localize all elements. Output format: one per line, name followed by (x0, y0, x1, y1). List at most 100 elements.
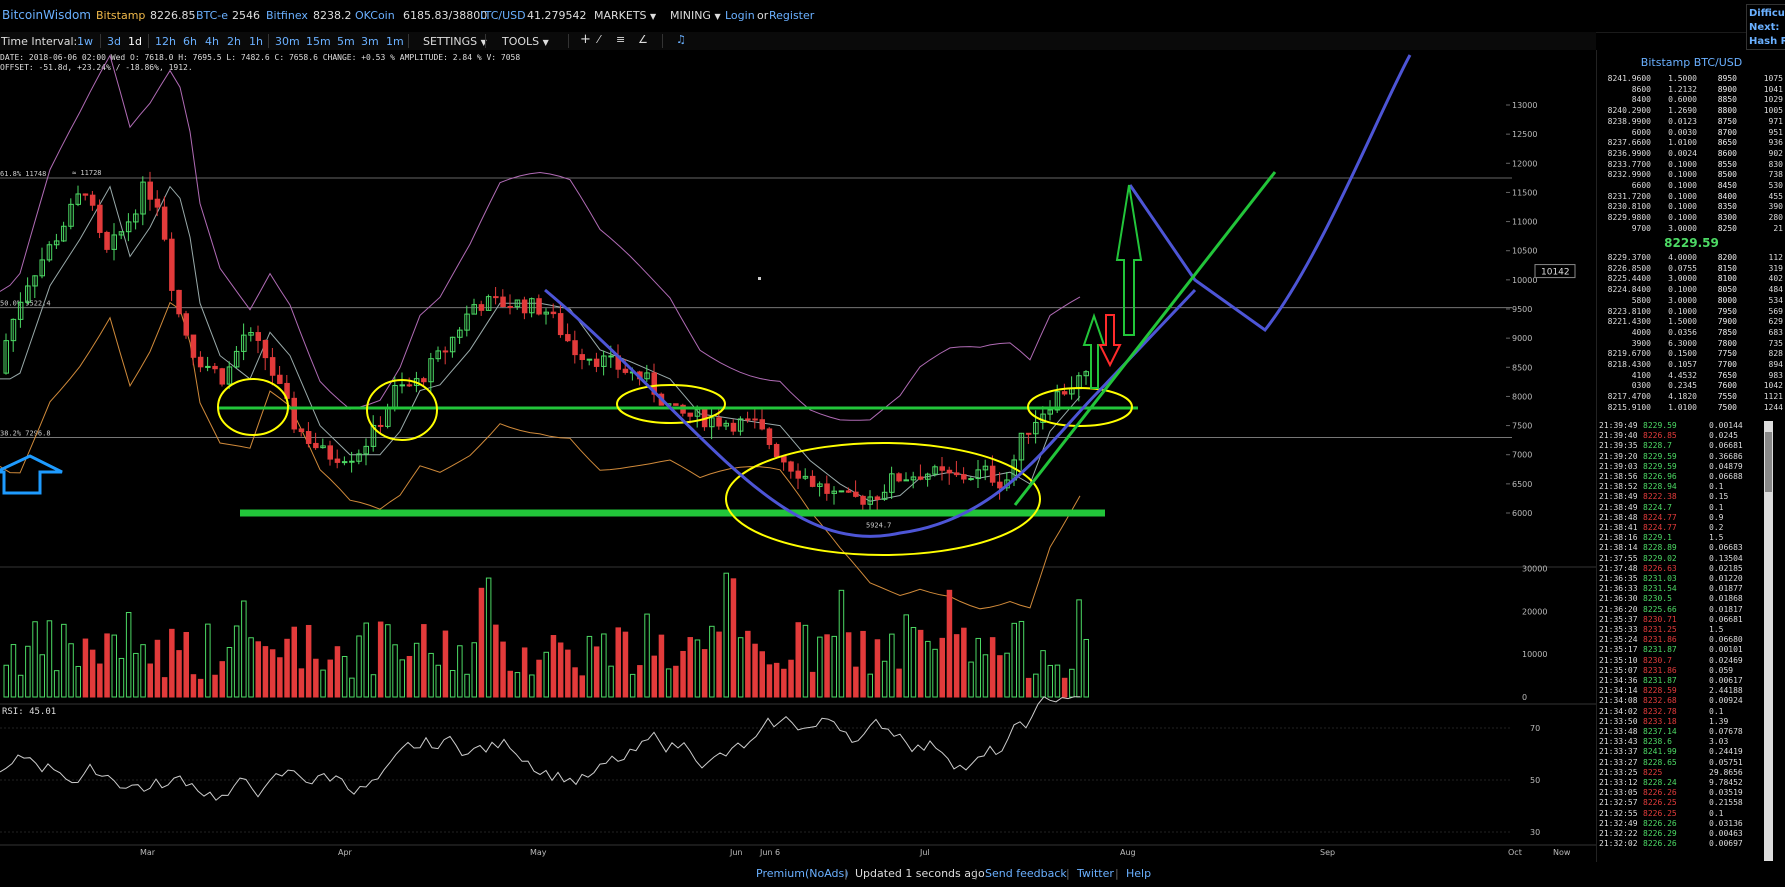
interval-1h[interactable]: 1h (249, 35, 263, 48)
orderbook-cell: 8223.8100 (1607, 306, 1651, 316)
orderbook-cell: 8850 (1717, 95, 1737, 105)
orderbook-cell: 534 (1768, 295, 1783, 305)
interval-12h[interactable]: 12h (155, 35, 176, 48)
orderbook-cell: 0.2345 (1668, 381, 1697, 391)
orderbook-row: 8400 0.6000 8850 1029 (1597, 95, 1785, 106)
hlines-icon[interactable]: ≡ (616, 33, 625, 46)
orderbook-cell: 7950 (1717, 306, 1737, 316)
interval-2h[interactable]: 2h (227, 35, 241, 48)
trade-amount: 0.2 (1709, 523, 1724, 532)
volume-bar (975, 637, 981, 698)
premium-link[interactable]: Premium(NoAds) (756, 867, 849, 880)
time-tick-label: Sep (1320, 848, 1335, 857)
orderbook-cell: 7850 (1717, 327, 1737, 337)
orderbook-cell: 7700 (1717, 360, 1737, 369)
candle-body (521, 299, 528, 314)
trade-amount: 0.00617 (1709, 676, 1743, 685)
interval-1d[interactable]: 1d (128, 35, 142, 48)
orderbook-cell: 1.5000 (1668, 317, 1697, 327)
top-bar: BitcoinWisdom Bitstamp 8226.85 BTC-e 254… (0, 0, 1785, 33)
ticker-exchange[interactable]: OKCoin (355, 9, 395, 22)
trade-time: 21:34:36 (1599, 676, 1638, 685)
brand-logo[interactable]: BitcoinWisdom (2, 8, 91, 22)
volume-bar (413, 642, 420, 698)
volume-bar (1069, 668, 1075, 698)
volume-bar (406, 655, 413, 698)
trade-price: 8237.14 (1643, 727, 1677, 736)
footer: Premium(NoAds) | Updated 1 seconds ago |… (0, 862, 1785, 887)
trade-amount: 9.78452 (1709, 778, 1743, 787)
tools-menu[interactable]: TOOLS ▼ (502, 35, 549, 48)
volume-bar (881, 660, 888, 698)
ticker-price: 6185.83/38800 (403, 9, 488, 22)
fib-icon[interactable]: ∠ (638, 33, 648, 46)
price-chart[interactable]: 61.8% 1174850.0% 9522.438.2% 7296.8≈ 117… (0, 50, 1596, 862)
orderbook-cell: 971 (1768, 116, 1783, 126)
chevron-down-icon: ▼ (714, 12, 721, 21)
help-link[interactable]: Help (1126, 867, 1151, 880)
volume-bar (161, 677, 168, 698)
twitter-link[interactable]: Twitter (1077, 867, 1114, 880)
crosshair-icon[interactable]: + (580, 32, 591, 47)
trade-price: 8226.29 (1643, 829, 1677, 838)
volume-bar (305, 624, 312, 698)
login-link[interactable]: Login (725, 9, 755, 22)
ticker-exchange[interactable]: BTC-e (196, 9, 228, 22)
divider (485, 34, 486, 48)
markets-menu[interactable]: MARKETS ▼ (594, 9, 656, 22)
trade-amount: 2.44188 (1709, 686, 1743, 696)
register-link[interactable]: Register (769, 9, 814, 22)
candle-body (608, 355, 614, 358)
price-tick-label: 11500 (1512, 188, 1537, 197)
interval-1w[interactable]: 1w (77, 35, 93, 48)
candle-body (550, 311, 557, 315)
orderbook-cell: 8900 (1717, 84, 1737, 94)
orderbook-cell: 8219.6700 (1607, 349, 1651, 359)
feedback-link[interactable]: Send feedback (985, 867, 1067, 880)
rsi-tick-label: 50 (1530, 776, 1540, 785)
trade-time: 21:39:40 (1599, 431, 1638, 441)
interval-3d[interactable]: 3d (107, 35, 121, 48)
volume-bar (435, 664, 441, 698)
settings-menu[interactable]: SETTINGS ▼ (423, 35, 487, 48)
divider (148, 34, 149, 48)
candle-body (730, 422, 737, 432)
orderbook-row: 8229.9800 0.1000 8300 280 (1597, 213, 1785, 224)
time-interval-label: Time Interval: (1, 35, 78, 48)
ticker-exchange[interactable]: LTC/USD (480, 9, 526, 22)
time-tick-label: Jun (729, 848, 743, 857)
candle-body (313, 442, 319, 449)
interval-1m[interactable]: 1m (386, 35, 404, 48)
candle-body (154, 198, 161, 208)
trade-price: 8231.87 (1643, 645, 1677, 655)
volume-bar (1047, 664, 1053, 698)
interval-30m[interactable]: 30m (275, 35, 300, 48)
interval-6h[interactable]: 6h (183, 35, 197, 48)
interval-5m[interactable]: 5m (337, 35, 355, 48)
volume-bar (190, 674, 197, 698)
trades-scroll-thumb[interactable] (1765, 432, 1772, 492)
interval-3m[interactable]: 3m (361, 35, 379, 48)
orderbook-row: 0300 0.2345 7600 1042 (1597, 381, 1785, 392)
mining-menu[interactable]: MINING ▼ (670, 9, 721, 22)
divider: | (1066, 867, 1070, 880)
volume-tick-label: 20000 (1522, 607, 1547, 616)
ticker-exchange[interactable]: Bitfinex (266, 9, 308, 22)
candle-body (946, 469, 953, 474)
orderbook-cell: 8500 (1717, 170, 1737, 180)
or-text: or (757, 9, 769, 22)
alert-bell-icon[interactable]: ♫ (676, 33, 686, 46)
volume-bar (399, 659, 405, 698)
ticker-exchange[interactable]: Bitstamp (96, 9, 145, 22)
trade-time: 21:35:24 (1599, 635, 1638, 645)
ticker-price: 8226.85 (150, 9, 196, 22)
price-tick-label: 13000 (1512, 101, 1537, 110)
orderbook-row: 8240.2900 1.2690 8800 1005 (1597, 106, 1785, 117)
volume-bar (694, 639, 701, 698)
trade-price: 8232.78 (1643, 706, 1677, 716)
interval-4h[interactable]: 4h (205, 35, 219, 48)
orderbook-cell: 8221.4300 (1607, 317, 1651, 327)
line-icon[interactable]: ⁄ (598, 33, 600, 46)
candle-body (853, 491, 859, 497)
interval-15m[interactable]: 15m (306, 35, 331, 48)
